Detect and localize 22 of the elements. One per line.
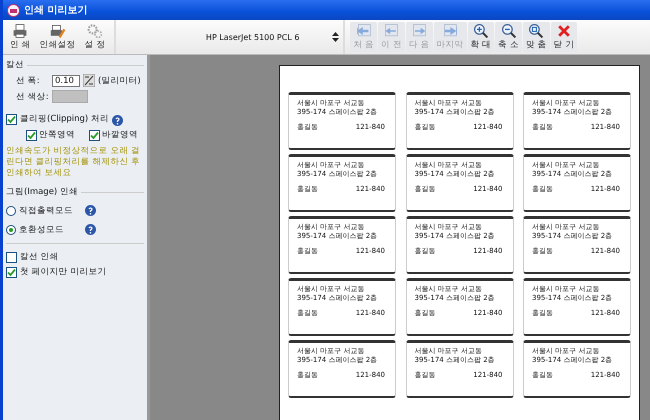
checkbox-label: 첫 페이지만 미리보기 <box>20 266 106 278</box>
toolbar-button[interactable]: 맞 춤 <box>522 22 550 52</box>
section-title: 칼선 <box>6 59 24 71</box>
checkbox-label: 안쪽영역 <box>39 129 75 141</box>
checkbox-label: 클리핑(Clipping) 처리 <box>20 113 109 125</box>
section-title: 그림(Image) 인쇄 <box>6 186 78 198</box>
toolbar-button[interactable]: 확 대 <box>468 22 494 52</box>
line-width-label: 선 폭: <box>16 74 41 86</box>
checkbox-label: 바깥영역 <box>102 129 138 141</box>
window-title: 인쇄 미리보기 <box>24 4 88 17</box>
toolbar-button[interactable]: 인 쇄 <box>6 22 35 52</box>
clipping-note: 인쇄속도가 비정상적으로 오래 걸린다면 클리핑처리를 해제하신 후 인쇄하여 보세요 <box>6 146 142 179</box>
line-width-field[interactable]: 0.10 <box>52 74 80 86</box>
unit-label: (밀리미터) <box>98 74 141 86</box>
checkbox-label: 칼선 인쇄 <box>20 251 59 263</box>
radio-label: 호환성모드 <box>19 224 65 236</box>
toolbar-button[interactable]: 축 소 <box>495 22 522 52</box>
radio-label: 직접출력모드 <box>19 205 74 217</box>
toolbar-button[interactable]: 닫 기 <box>550 22 578 52</box>
toolbar-button[interactable]: 인쇄설정 <box>36 22 80 52</box>
line-color-label: 선 색상: <box>16 90 49 102</box>
toolbar-button[interactable]: 설 정 <box>80 22 110 52</box>
